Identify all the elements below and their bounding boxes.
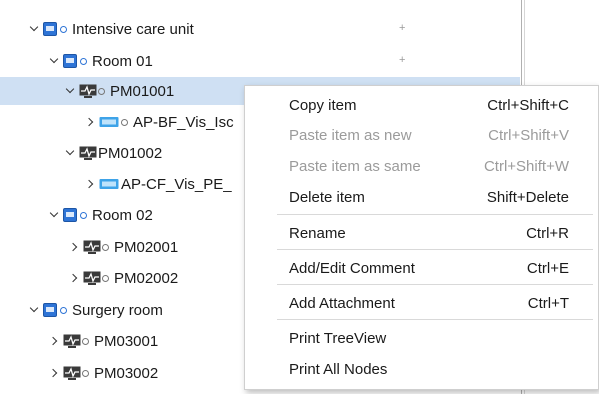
menu-item-paste-item-as-new: Paste item as new Ctrl+Shift+V — [245, 120, 598, 150]
tree-node-label: PM03001 — [94, 332, 159, 350]
tree-node-pm02001[interactable]: PM02001 — [70, 233, 178, 261]
menu-item-add-attachment[interactable]: Add Attachment Ctrl+T — [245, 288, 598, 318]
chevron-right-icon[interactable] — [86, 179, 96, 189]
folder-icon — [63, 54, 77, 68]
tree-node-label: Intensive care unit — [72, 20, 194, 38]
status-dot-icon — [82, 369, 89, 377]
patient-monitor-icon — [83, 271, 101, 285]
folder-icon — [43, 22, 57, 36]
tree-node-label: PM01001 — [110, 82, 175, 100]
chevron-right-icon[interactable] — [70, 273, 80, 283]
menu-item-shortcut: Ctrl+E — [526, 260, 569, 277]
tree-node-pm03002[interactable]: PM03002 — [50, 359, 158, 387]
menu-separator — [277, 249, 593, 250]
expand-marker: + — [399, 54, 406, 66]
context-menu: Copy item Ctrl+Shift+C Paste item as new… — [244, 85, 599, 390]
tree-node-ap-bf-vis-isc[interactable]: AP-BF_Vis_Isc — [86, 108, 234, 136]
device-icon — [99, 179, 119, 189]
menu-item-print-treeview[interactable]: Print TreeView — [245, 323, 598, 353]
expand-marker: + — [399, 22, 406, 34]
tree-node-label: Room 02 — [92, 206, 153, 224]
patient-monitor-icon — [83, 240, 101, 254]
tree-node-pm02002[interactable]: PM02002 — [70, 264, 178, 292]
menu-separator — [277, 319, 593, 320]
menu-item-print-all-nodes[interactable]: Print All Nodes — [245, 354, 598, 384]
status-dot-icon — [60, 306, 67, 314]
menu-item-label: Delete item — [289, 189, 365, 206]
tree-node-ap-cf-vis-pe[interactable]: AP-CF_Vis_PE_ — [86, 170, 232, 198]
menu-separator — [277, 214, 593, 215]
menu-item-label: Rename — [289, 225, 346, 242]
menu-item-shortcut: Ctrl+Shift+C — [487, 97, 569, 114]
menu-item-shortcut: Ctrl+Shift+W — [483, 158, 569, 175]
menu-item-label: Paste item as new — [289, 127, 412, 144]
chevron-down-icon[interactable] — [30, 305, 40, 315]
menu-item-label: Copy item — [289, 97, 357, 114]
tree-node-label: PM02001 — [114, 238, 179, 256]
chevron-down-icon[interactable] — [50, 210, 60, 220]
tree-node-room-01[interactable]: Room 01 — [50, 47, 153, 75]
status-dot-icon — [102, 274, 109, 282]
folder-icon — [43, 303, 57, 317]
patient-monitor-icon — [63, 334, 81, 348]
menu-separator — [277, 284, 593, 285]
chevron-right-icon[interactable] — [50, 336, 60, 346]
chevron-down-icon[interactable] — [50, 56, 60, 66]
menu-item-rename[interactable]: Rename Ctrl+R — [245, 218, 598, 248]
menu-item-label: Print All Nodes — [289, 361, 388, 378]
tree-node-intensive-care-unit[interactable]: Intensive care unit — [30, 15, 194, 43]
menu-item-label: Paste item as same — [289, 158, 421, 175]
menu-item-label: Print TreeView — [289, 330, 387, 347]
tree-node-pm01002[interactable]: PM01002 — [66, 139, 162, 167]
chevron-right-icon[interactable] — [70, 242, 80, 252]
chevron-right-icon[interactable] — [50, 368, 60, 378]
patient-monitor-icon — [63, 366, 81, 380]
status-dot-icon — [82, 337, 89, 345]
tree-node-label: AP-CF_Vis_PE_ — [121, 175, 232, 193]
status-dot-icon — [102, 243, 109, 251]
chevron-down-icon[interactable] — [66, 148, 76, 158]
status-dot-icon — [80, 57, 87, 65]
tree-node-label: Surgery room — [72, 301, 163, 319]
chevron-right-icon[interactable] — [86, 117, 96, 127]
menu-item-delete-item[interactable]: Delete item Shift+Delete — [245, 182, 598, 212]
tree-node-label: AP-BF_Vis_Isc — [133, 113, 234, 131]
tree-node-label: PM03002 — [94, 364, 159, 382]
device-icon — [99, 117, 119, 127]
patient-monitor-icon — [79, 84, 97, 98]
menu-item-shortcut: Shift+Delete — [486, 189, 569, 206]
status-dot-icon — [121, 118, 128, 126]
folder-icon — [63, 208, 77, 222]
tree-node-label: PM02002 — [114, 269, 179, 287]
chevron-down-icon[interactable] — [30, 24, 40, 34]
menu-item-shortcut: Ctrl+R — [526, 225, 569, 242]
tree-node-label: Room 01 — [92, 52, 153, 70]
tree-node-pm01001[interactable]: PM01001 — [66, 77, 174, 105]
status-dot-icon — [80, 211, 87, 219]
status-dot-icon — [98, 87, 105, 95]
menu-item-label: Add/Edit Comment — [289, 260, 415, 277]
menu-item-shortcut: Ctrl+T — [527, 295, 569, 312]
tree-node-surgery-room[interactable]: Surgery room — [30, 296, 163, 324]
menu-item-paste-item-as-same: Paste item as same Ctrl+Shift+W — [245, 151, 598, 181]
status-dot-icon — [60, 25, 67, 33]
tree-node-room-02[interactable]: Room 02 — [50, 201, 153, 229]
menu-item-label: Add Attachment — [289, 295, 395, 312]
patient-monitor-icon — [79, 146, 97, 160]
menu-item-shortcut: Ctrl+Shift+V — [488, 127, 569, 144]
chevron-down-icon[interactable] — [66, 86, 76, 96]
menu-item-add-edit-comment[interactable]: Add/Edit Comment Ctrl+E — [245, 253, 598, 283]
menu-item-copy-item[interactable]: Copy item Ctrl+Shift+C — [245, 90, 598, 120]
tree-node-label: PM01002 — [98, 144, 163, 162]
tree-node-pm03001[interactable]: PM03001 — [50, 327, 158, 355]
